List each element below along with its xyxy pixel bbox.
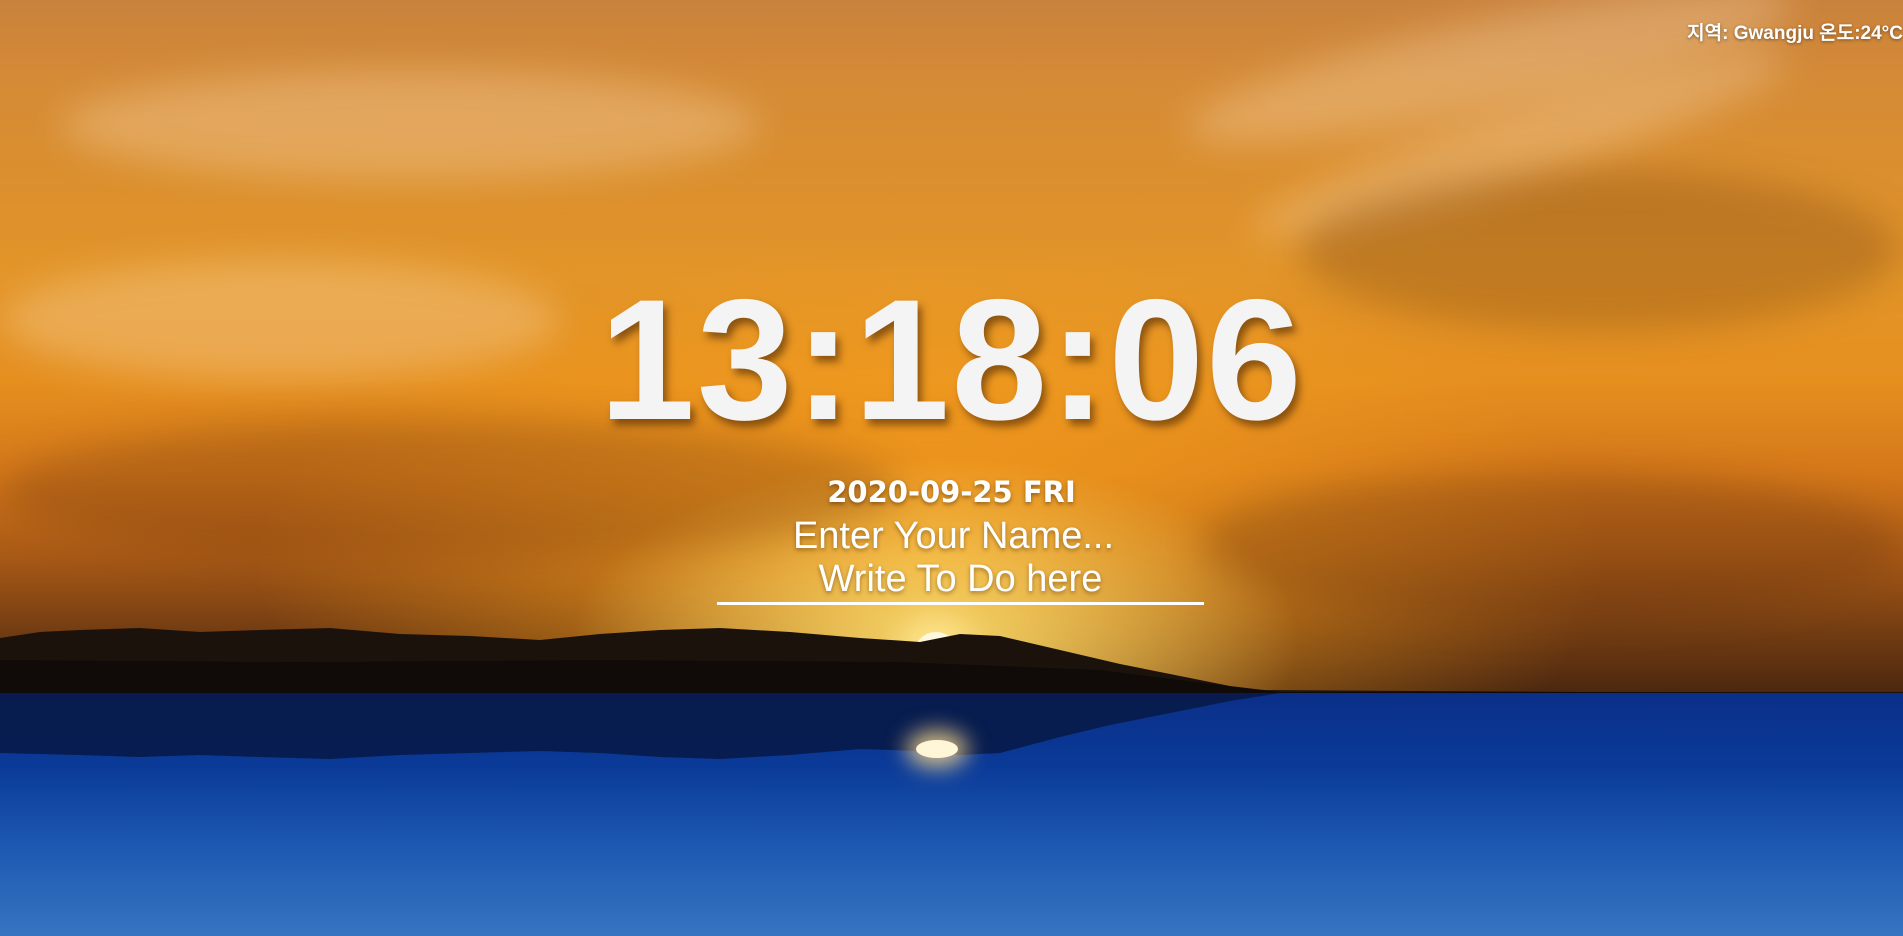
temperature-label: 온도:: [1819, 23, 1861, 44]
background-hills: [0, 628, 1903, 700]
background-cloud: [60, 70, 760, 180]
clock: 13:18:06: [599, 264, 1304, 456]
name-input[interactable]: [650, 512, 1257, 560]
sun-reflection: [916, 740, 958, 758]
screen: 지역: Gwangju 온도:24°C 13:18:06 2020-09-25 …: [0, 0, 1903, 936]
temperature-value: 24°C: [1860, 23, 1903, 44]
region-label: 지역:: [1687, 23, 1729, 44]
todo-input[interactable]: [717, 556, 1204, 605]
date-display: 2020-09-25 FRI: [827, 475, 1076, 509]
weather-widget: 지역: Gwangju 온도:24°C: [1687, 18, 1903, 45]
region-value: Gwangju: [1733, 23, 1814, 44]
